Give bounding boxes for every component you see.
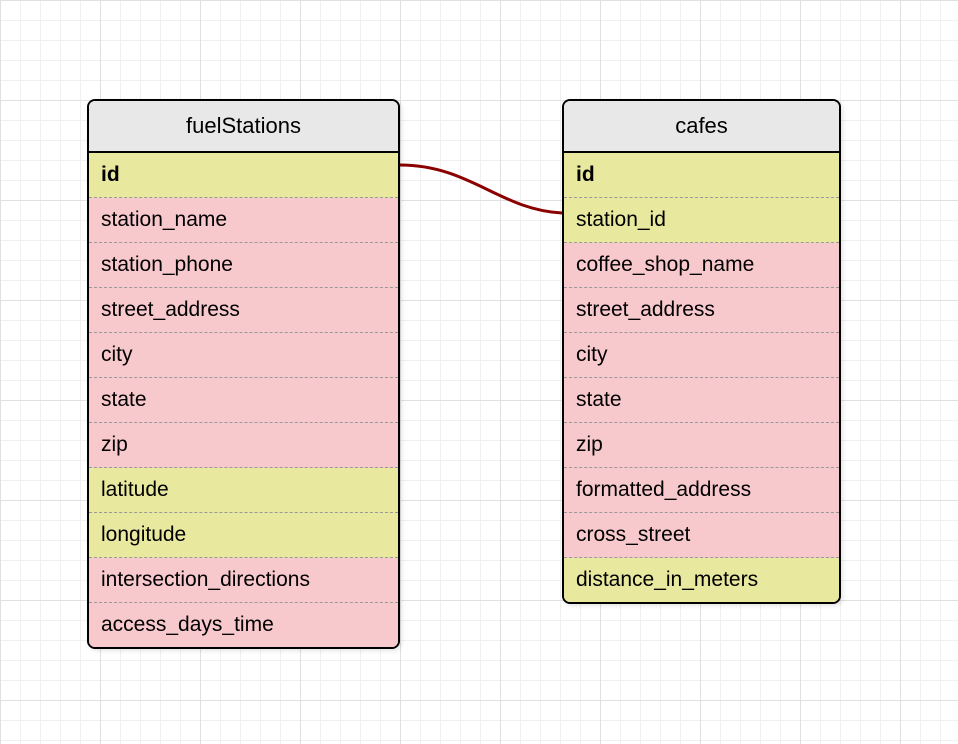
entity-table-fuelstations[interactable]: fuelStations id station_name station_pho…	[87, 99, 400, 649]
entity-table-cafes[interactable]: cafes id station_id coffee_shop_name str…	[562, 99, 841, 604]
field-station-phone[interactable]: station_phone	[89, 243, 398, 288]
field-station-id[interactable]: station_id	[564, 198, 839, 243]
field-formatted-address[interactable]: formatted_address	[564, 468, 839, 513]
field-latitude[interactable]: latitude	[89, 468, 398, 513]
entity-header-fuelstations[interactable]: fuelStations	[89, 101, 398, 153]
field-zip[interactable]: zip	[89, 423, 398, 468]
field-zip[interactable]: zip	[564, 423, 839, 468]
entity-fields-fuelstations: id station_name station_phone street_add…	[89, 153, 398, 647]
field-longitude[interactable]: longitude	[89, 513, 398, 558]
field-street-address[interactable]: street_address	[564, 288, 839, 333]
field-city[interactable]: city	[564, 333, 839, 378]
field-street-address[interactable]: street_address	[89, 288, 398, 333]
field-station-name[interactable]: station_name	[89, 198, 398, 243]
field-state[interactable]: state	[564, 378, 839, 423]
field-access-days-time[interactable]: access_days_time	[89, 603, 398, 647]
field-city[interactable]: city	[89, 333, 398, 378]
field-coffee-shop-name[interactable]: coffee_shop_name	[564, 243, 839, 288]
field-distance-in-meters[interactable]: distance_in_meters	[564, 558, 839, 602]
field-id[interactable]: id	[89, 153, 398, 198]
field-id[interactable]: id	[564, 153, 839, 198]
field-intersection-directions[interactable]: intersection_directions	[89, 558, 398, 603]
field-cross-street[interactable]: cross_street	[564, 513, 839, 558]
entity-header-cafes[interactable]: cafes	[564, 101, 839, 153]
field-state[interactable]: state	[89, 378, 398, 423]
entity-fields-cafes: id station_id coffee_shop_name street_ad…	[564, 153, 839, 602]
